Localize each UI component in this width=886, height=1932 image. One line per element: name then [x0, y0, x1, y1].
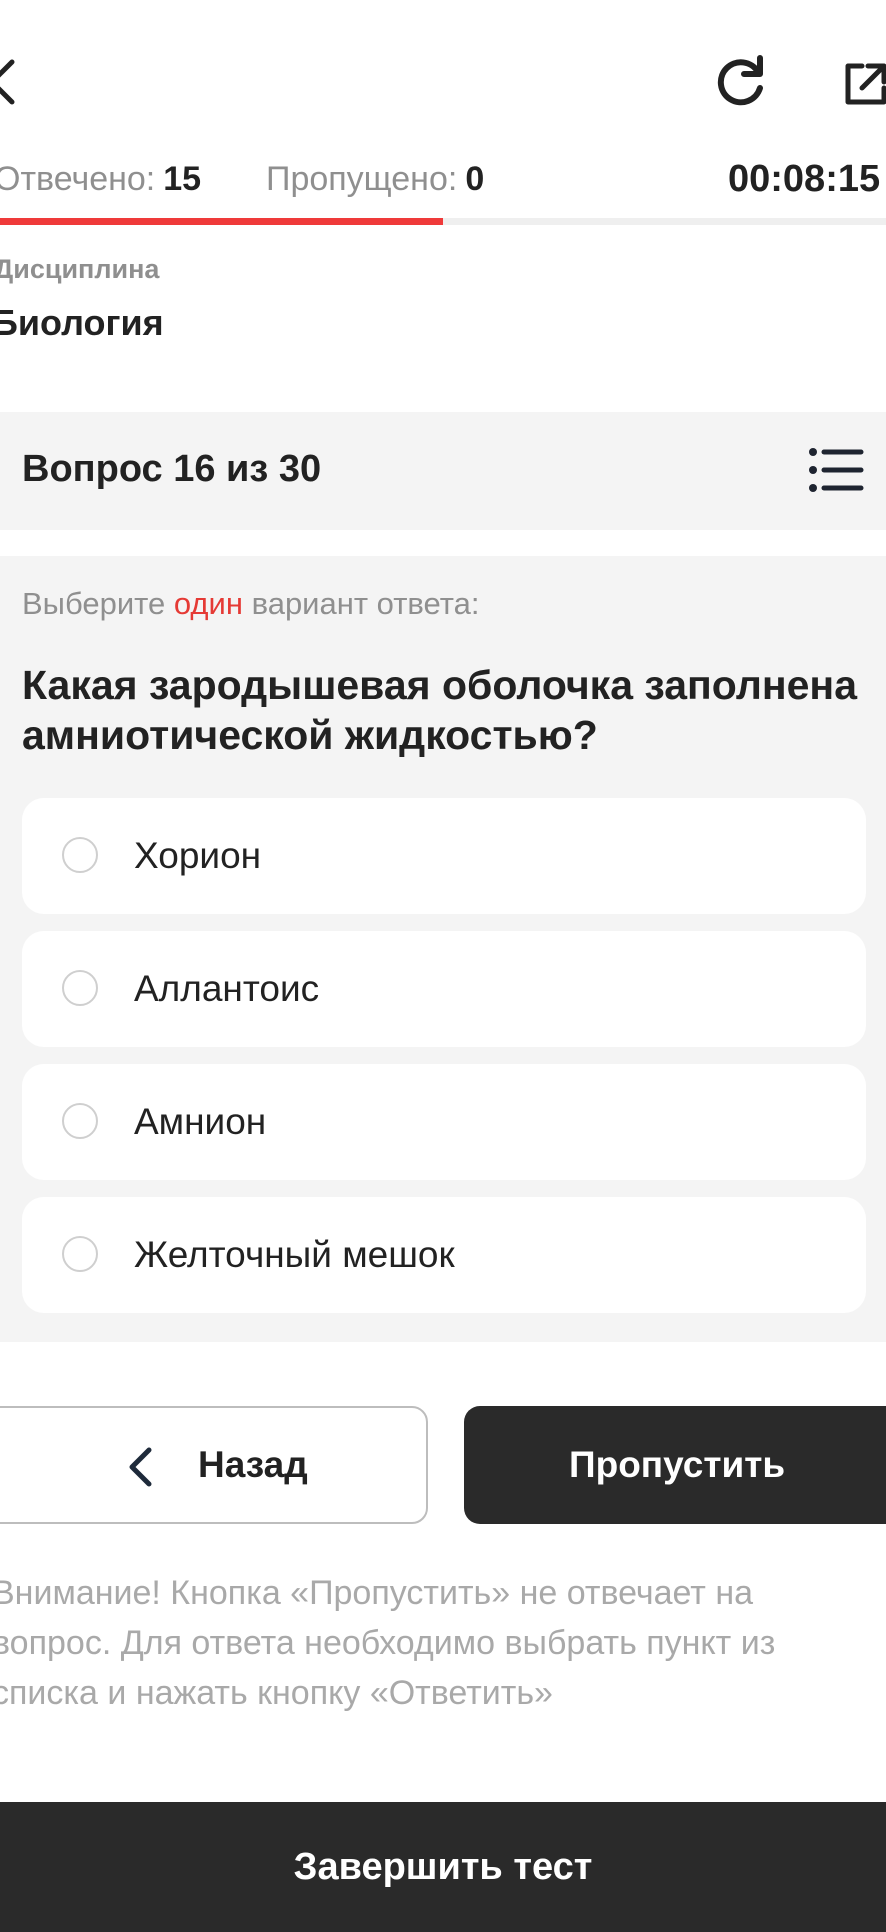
skip-button[interactable]: Пропустить [464, 1406, 886, 1524]
refresh-icon[interactable] [712, 52, 770, 110]
list-icon[interactable] [808, 446, 864, 494]
question-text: Какая зародышевая оболочка заполнена амн… [22, 662, 857, 758]
answered-stat: Отвечено: 15 [0, 154, 201, 204]
external-link-icon[interactable] [842, 60, 886, 108]
skip-warning-text: Внимание! Кнопка «Пропустить» не отвечае… [0, 1574, 776, 1712]
skip-button-label: Пропустить [569, 1444, 786, 1485]
finish-test-button-label: Завершить тест [293, 1846, 593, 1888]
skipped-count: 0 [465, 160, 485, 198]
skipped-label: Пропущено: [266, 160, 458, 198]
instruction-accent: один [173, 586, 243, 621]
answer-option[interactable]: Желточный мешок [22, 1197, 866, 1313]
answer-option[interactable]: Хорион [22, 798, 866, 914]
finish-test-button[interactable]: Завершить тест [0, 1802, 886, 1932]
progress-bar [0, 218, 886, 225]
chevron-left-icon [129, 1447, 152, 1487]
discipline-value: Биология [0, 302, 164, 343]
back-button-label: Назад [198, 1444, 308, 1485]
discipline-label: Дисциплина [0, 254, 160, 284]
answer-option[interactable]: Амнион [22, 1064, 866, 1180]
answer-option-label: Желточный мешок [134, 1234, 455, 1275]
back-button[interactable]: Назад [0, 1406, 428, 1524]
timer: 00:08:15 [728, 158, 881, 200]
back-chevron-icon[interactable] [0, 58, 16, 106]
answer-option[interactable]: Аллантоис [22, 931, 866, 1047]
answered-count: 15 [163, 160, 202, 198]
answer-instruction: Выберите один вариант ответа: [22, 586, 479, 622]
instruction-text-end: вариант ответа: [242, 586, 480, 621]
radio-button[interactable] [62, 837, 98, 873]
radio-button[interactable] [62, 1236, 98, 1272]
answer-option-label: Амнион [134, 1101, 267, 1142]
skipped-stat: Пропущено: 0 [266, 154, 484, 204]
answer-option-label: Хорион [134, 835, 262, 876]
progress-fill [0, 218, 443, 225]
question-counter: Вопрос 16 из 30 [22, 448, 322, 490]
radio-button[interactable] [62, 970, 98, 1006]
answered-label: Отвечено: [0, 160, 156, 198]
answer-option-label: Аллантоис [134, 968, 320, 1009]
instruction-text-start: Выберите [22, 586, 174, 621]
radio-button[interactable] [62, 1103, 98, 1139]
